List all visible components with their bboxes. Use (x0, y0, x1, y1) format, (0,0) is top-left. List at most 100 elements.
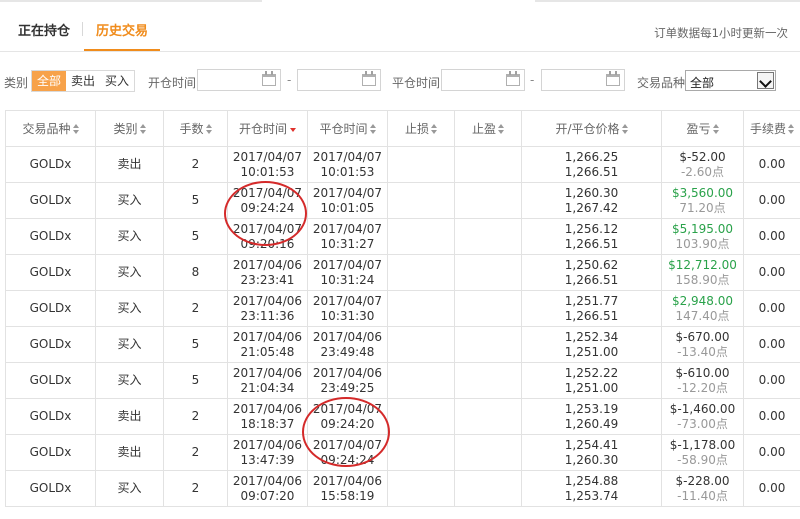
update-notice: 订单数据每1小时更新一次 (654, 26, 788, 40)
close-time-end-input[interactable] (541, 69, 625, 91)
cell-fee: 0.00 (743, 290, 800, 327)
sort-icon[interactable] (431, 124, 437, 134)
open-date: 2017/04/06 (232, 257, 303, 272)
tab-trade-history[interactable]: 历史交易 (96, 20, 148, 39)
sort-icon[interactable] (498, 124, 504, 134)
type-option-sell[interactable]: 卖出 (66, 71, 100, 91)
cell-price: 1,252.22 1,251.00 (521, 362, 662, 399)
open-date: 2017/04/06 (232, 293, 303, 308)
cell-pnl: $-52.00 -2.60点 (661, 146, 744, 183)
pnl-points: 71.20点 (679, 200, 726, 215)
cell-lots: 2 (163, 398, 228, 435)
sort-icon[interactable] (139, 124, 146, 134)
tab-current-positions[interactable]: 正在持仓 (18, 20, 70, 39)
sort-icon[interactable] (712, 124, 719, 134)
sort-icon[interactable] (621, 124, 628, 134)
pnl-amount: $-228.00 (675, 473, 730, 488)
calendar-icon[interactable] (262, 71, 276, 86)
open-price: 1,254.41 (564, 437, 619, 452)
open-price: 1,256.12 (564, 221, 619, 236)
col-header-take-profit[interactable]: 止盈 (454, 110, 522, 147)
cell-type: 买入 (95, 470, 164, 507)
col-header-price[interactable]: 开/平仓价格 (521, 110, 662, 147)
col-header-lots[interactable]: 手数 (163, 110, 228, 147)
pnl-amount: $-1,460.00 (669, 401, 736, 416)
sort-icon[interactable] (72, 124, 79, 134)
sort-icon[interactable] (205, 124, 212, 134)
cell-pnl: $-228.00 -11.40点 (661, 470, 744, 507)
open-clock: 09:07:20 (240, 488, 295, 503)
cell-type: 卖出 (95, 434, 164, 471)
cell-product: GOLDx (5, 398, 96, 435)
open-clock: 13:47:39 (240, 452, 295, 467)
cell-pnl: $2,948.00 147.40点 (661, 290, 744, 327)
filter-bar: 类别 全部 卖出 买入 开仓时间 - 平仓时间 - 交易品种 全部 (0, 68, 800, 94)
cell-price: 1,254.88 1,253.74 (521, 470, 662, 507)
cell-product: GOLDx (5, 362, 96, 399)
cell-close-time: 2017/04/07 10:01:05 (307, 182, 388, 219)
type-option-all[interactable]: 全部 (32, 71, 67, 91)
cell-pnl: $-610.00 -12.20点 (661, 362, 744, 399)
open-time-start-input[interactable] (197, 69, 281, 91)
col-header-type[interactable]: 类别 (95, 110, 164, 147)
cell-take-profit (454, 398, 522, 435)
cell-lots: 2 (163, 146, 228, 183)
chevron-down-icon[interactable] (757, 72, 774, 89)
product-select[interactable]: 全部 (685, 70, 776, 91)
pnl-points: 147.40点 (675, 308, 730, 323)
close-time-separator: - (530, 73, 535, 87)
open-price: 1,266.25 (564, 149, 619, 164)
cell-stop-loss (387, 470, 455, 507)
col-header-fee[interactable]: 手续费 (743, 110, 800, 147)
calendar-icon[interactable] (506, 71, 520, 86)
close-date: 2017/04/07 (312, 149, 383, 164)
cell-take-profit (454, 362, 522, 399)
cell-pnl: $-1,460.00 -73.00点 (661, 398, 744, 435)
close-time-start-input[interactable] (441, 69, 525, 91)
cell-product: GOLDx (5, 254, 96, 291)
col-header-open-time[interactable]: 开仓时间 (227, 110, 308, 147)
cell-take-profit (454, 218, 522, 255)
sort-desc-icon[interactable] (290, 128, 296, 132)
pnl-amount: $-1,178.00 (669, 437, 736, 452)
close-clock: 10:31:27 (320, 236, 375, 251)
open-time-end-input[interactable] (297, 69, 381, 91)
cell-price: 1,254.41 1,260.30 (521, 434, 662, 471)
type-option-buy[interactable]: 买入 (100, 71, 134, 91)
col-header-product[interactable]: 交易品种 (5, 110, 96, 147)
sort-icon[interactable] (369, 124, 376, 134)
cell-stop-loss (387, 290, 455, 327)
cell-take-profit (454, 290, 522, 327)
close-date: 2017/04/06 (312, 473, 383, 488)
cell-take-profit (454, 434, 522, 471)
active-tab-indicator (84, 49, 160, 51)
col-header-stop-loss[interactable]: 止损 (387, 110, 455, 147)
col-header-close-time[interactable]: 平仓时间 (307, 110, 388, 147)
close-date: 2017/04/07 (312, 293, 383, 308)
cell-lots: 5 (163, 362, 228, 399)
open-clock: 10:01:53 (240, 164, 295, 179)
cell-type: 买入 (95, 182, 164, 219)
cell-price: 1,266.25 1,266.51 (521, 146, 662, 183)
cell-close-time: 2017/04/06 23:49:25 (307, 362, 388, 399)
close-date: 2017/04/07 (312, 185, 383, 200)
cell-take-profit (454, 182, 522, 219)
open-date: 2017/04/07 (232, 185, 303, 200)
cell-product: GOLDx (5, 434, 96, 471)
cell-stop-loss (387, 362, 455, 399)
tab-bar: 正在持仓 历史交易 订单数据每1小时更新一次 (0, 0, 800, 52)
table-row: GOLDx 买入 5 2017/04/07 09:24:24 2017/04/07 10:0… (5, 182, 800, 219)
pnl-points: -58.90点 (677, 452, 728, 467)
cell-open-time: 2017/04/07 09:24:24 (227, 182, 308, 219)
cell-price: 1,251.77 1,266.51 (521, 290, 662, 327)
col-header-pnl[interactable]: 盈亏 (661, 110, 744, 147)
cell-open-time: 2017/04/06 21:04:34 (227, 362, 308, 399)
calendar-icon[interactable] (606, 71, 620, 86)
calendar-icon[interactable] (362, 71, 376, 86)
cell-stop-loss (387, 326, 455, 363)
open-clock: 18:18:37 (240, 416, 295, 431)
cell-price: 1,252.34 1,251.00 (521, 326, 662, 363)
table-row: GOLDx 卖出 2 2017/04/06 13:47:39 2017/04/07 09:2… (5, 434, 800, 471)
sort-icon[interactable] (788, 124, 794, 134)
cell-fee: 0.00 (743, 218, 800, 255)
